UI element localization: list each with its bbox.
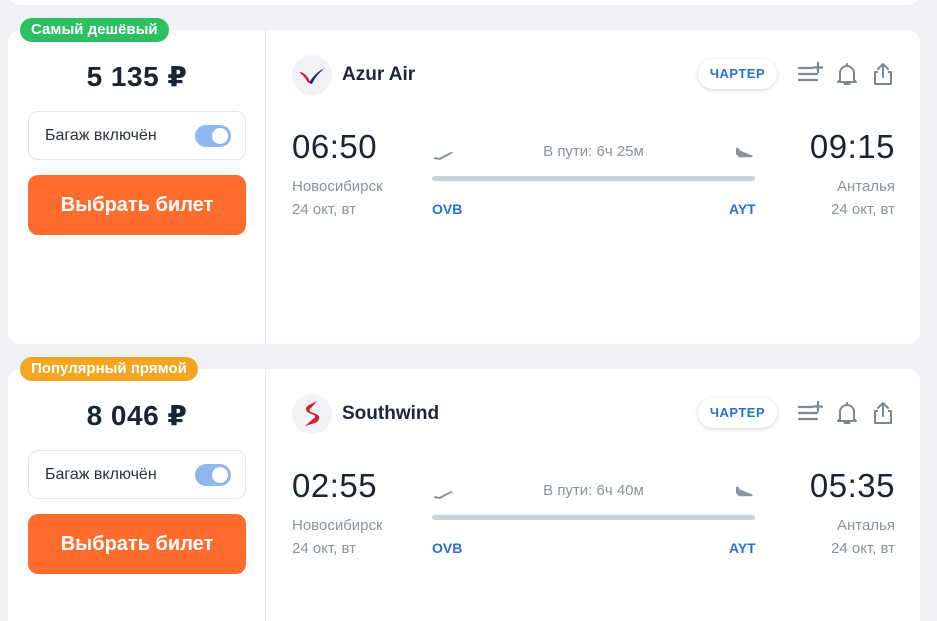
departure-date: 24 окт, вт — [292, 201, 356, 218]
baggage-option[interactable]: Багаж включён — [28, 111, 246, 160]
toggle-knob — [212, 467, 228, 483]
charter-badge: ЧАРТЕР — [698, 398, 777, 428]
select-ticket-button[interactable]: Выбрать билет — [28, 175, 246, 235]
baggage-label: Багаж включён — [45, 466, 157, 483]
departure-time: 02:55 — [292, 467, 378, 504]
add-to-list-icon[interactable] — [797, 61, 823, 87]
airline-name: Southwind — [342, 403, 440, 424]
arrival-iata[interactable]: AYT — [729, 201, 756, 217]
cheapest-badge: Самый дешёвый — [20, 18, 169, 42]
ticket-card: 8 046 ₽ Багаж включён Выбрать билет Sout… — [8, 369, 920, 621]
departure-city: Новосибирск — [292, 517, 383, 534]
southwind-logo-icon — [292, 394, 332, 434]
baggage-label: Багаж включён — [45, 127, 157, 144]
departure-date: 24 окт, вт — [292, 540, 356, 557]
landing-icon — [736, 147, 753, 158]
ticket-price-panel: 5 135 ₽ Багаж включён Выбрать билет — [8, 30, 266, 344]
flight-details: Southwind ЧАРТЕР 02:55 05:35 Новосибирск… — [267, 369, 920, 621]
ticket-price: 8 046 ₽ — [86, 400, 188, 431]
ticket-card: 5 135 ₽ Багаж включён Выбрать билет Azur… — [8, 30, 920, 344]
baggage-toggle[interactable] — [195, 125, 231, 147]
baggage-toggle[interactable] — [195, 464, 231, 486]
select-ticket-button[interactable]: Выбрать билет — [28, 514, 246, 574]
landing-icon — [736, 486, 753, 497]
ticket-price-panel: 8 046 ₽ Багаж включён Выбрать билет — [8, 369, 266, 621]
ticket-price: 5 135 ₽ — [86, 61, 188, 92]
arrival-time: 05:35 — [809, 467, 895, 504]
azur-air-logo-icon — [292, 55, 332, 95]
share-icon[interactable] — [870, 400, 896, 426]
arrival-date: 24 окт, вт — [831, 540, 895, 557]
airline-name: Azur Air — [342, 64, 416, 85]
departure-iata[interactable]: OVB — [432, 201, 462, 217]
bell-icon[interactable] — [834, 61, 860, 87]
arrival-iata[interactable]: AYT — [729, 540, 756, 556]
charter-badge: ЧАРТЕР — [698, 59, 777, 89]
bell-icon[interactable] — [834, 400, 860, 426]
arrival-time: 09:15 — [809, 128, 895, 165]
route-bar — [432, 515, 755, 520]
arrival-city: Анталья — [836, 517, 895, 534]
baggage-option[interactable]: Багаж включён — [28, 450, 246, 499]
departure-city: Новосибирск — [292, 178, 383, 195]
toggle-knob — [212, 128, 228, 144]
route-bar — [432, 176, 755, 181]
share-icon[interactable] — [870, 61, 896, 87]
flight-duration: В пути: 6ч 40м — [543, 482, 644, 499]
departure-time: 06:50 — [292, 128, 378, 165]
flight-duration: В пути: 6ч 25м — [543, 143, 644, 160]
departure-iata[interactable]: OVB — [432, 540, 462, 556]
arrival-date: 24 окт, вт — [831, 201, 895, 218]
arrival-city: Анталья — [836, 178, 895, 195]
add-to-list-icon[interactable] — [797, 400, 823, 426]
popular-direct-badge: Популярный прямой — [20, 357, 198, 381]
previous-ticket-card-edge — [8, 0, 920, 5]
flight-details: Azur Air ЧАРТЕР 06:50 09:15 Новосибирск … — [267, 30, 920, 344]
